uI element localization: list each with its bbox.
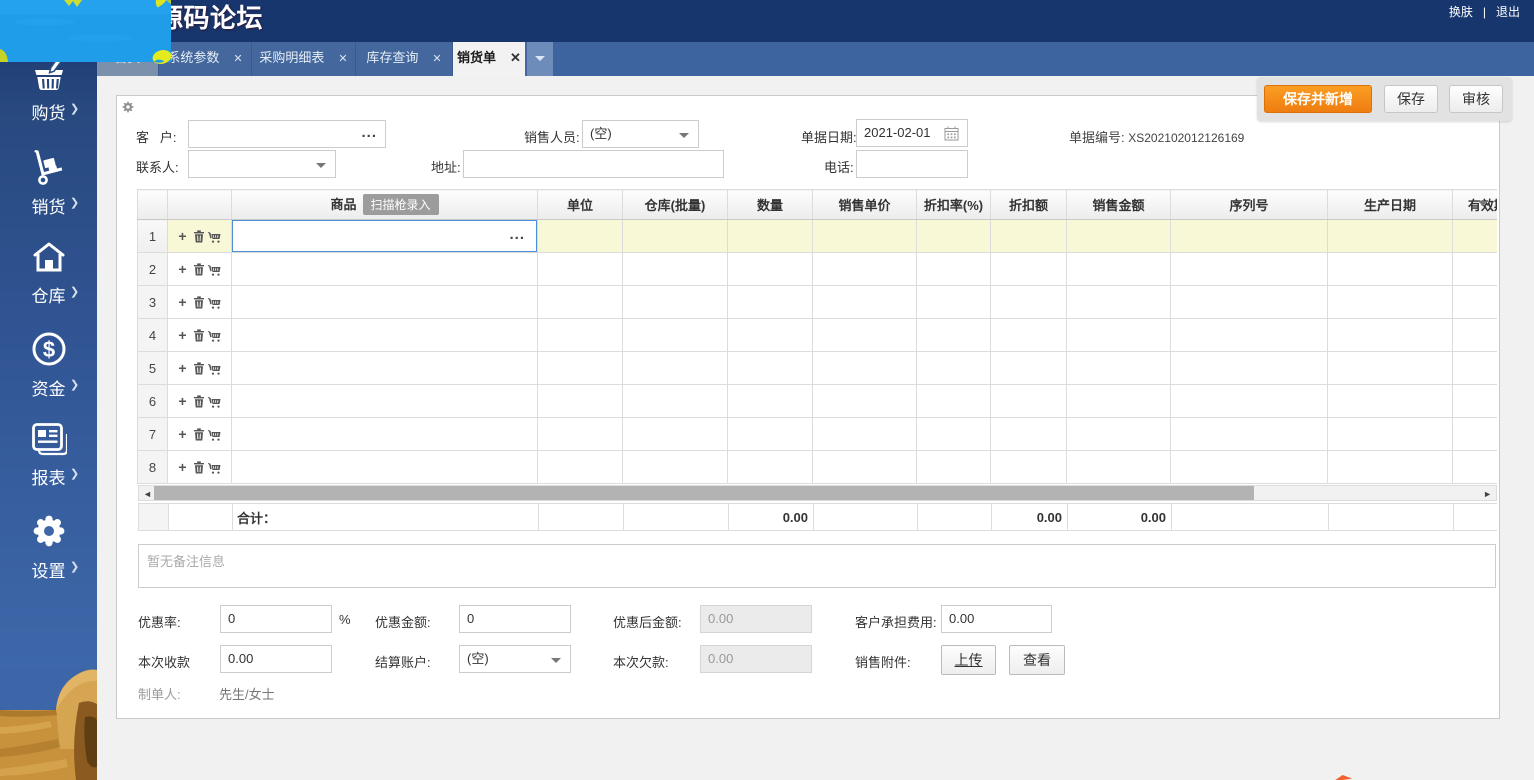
svg-text:$: $ xyxy=(42,337,54,362)
